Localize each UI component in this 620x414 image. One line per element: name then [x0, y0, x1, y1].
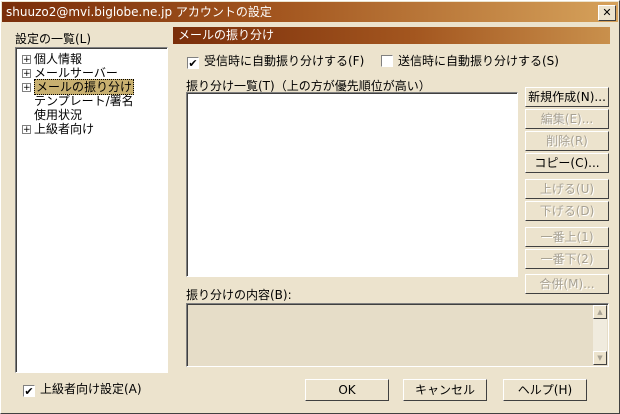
tree-item-mail-sorting[interactable]: + メールの振り分け — [22, 79, 135, 95]
checkbox-box[interactable] — [381, 55, 393, 67]
move-down-button[interactable]: 下げる(D) — [525, 201, 609, 221]
ok-button[interactable]: OK — [305, 379, 389, 401]
title-bar[interactable]: shuuzo2@mvi.biglobe.ne.jp アカウントの設定 ✕ — [2, 2, 618, 22]
move-up-button[interactable]: 上げる(U) — [525, 179, 609, 199]
send-sort-checkbox[interactable]: 送信時に自動振り分けする(S) — [381, 54, 559, 68]
tree-item-template-signature[interactable]: テンプレート/署名 — [22, 94, 134, 108]
checkbox-box[interactable]: ✔ — [187, 57, 199, 69]
tree-item-label: テンプレート/署名 — [34, 94, 134, 108]
rules-listbox[interactable] — [186, 92, 518, 277]
close-button[interactable]: ✕ — [598, 5, 616, 21]
tree-item-advanced[interactable]: + 上級者向け — [22, 122, 94, 136]
checkbox-label: 上級者向け設定(A) — [40, 382, 142, 396]
tree-item-label: メールサーバー — [34, 66, 118, 80]
tree-item-label: 個人情報 — [34, 52, 83, 66]
checkbox-label: 受信時に自動振り分けする(F) — [204, 54, 365, 68]
window-title: shuuzo2@mvi.biglobe.ne.jp アカウントの設定 — [6, 5, 272, 19]
move-top-button[interactable]: 一番上(1) — [525, 227, 609, 247]
rule-content-textarea[interactable]: ▲ ▼ — [186, 303, 609, 367]
receive-sort-checkbox[interactable]: ✔ 受信時に自動振り分けする(F) — [187, 54, 365, 69]
copy-rule-button[interactable]: コピー(C)... — [525, 153, 609, 173]
expand-icon[interactable]: + — [22, 125, 31, 135]
cancel-button[interactable]: キャンセル — [403, 379, 487, 401]
tree-item-usage[interactable]: 使用状況 — [22, 108, 82, 122]
merge-button[interactable]: 合併(M)... — [525, 274, 609, 294]
expand-icon[interactable]: + — [22, 83, 31, 93]
tree-item-personal-info[interactable]: + 個人情報 — [22, 52, 82, 66]
scroll-up-icon[interactable]: ▲ — [593, 305, 607, 319]
settings-tree[interactable]: + 個人情報 + メールサーバー + メールの振り分け テンプレート/署名 使用状況 … — [15, 47, 168, 373]
tree-item-label: メールの振り分け — [34, 79, 135, 95]
help-button[interactable]: ヘルプ(H) — [503, 379, 587, 401]
section-title: メールの振り分け — [173, 27, 610, 44]
tree-item-mail-server[interactable]: + メールサーバー — [22, 66, 118, 80]
advanced-settings-checkbox[interactable]: ✔ 上級者向け設定(A) — [23, 382, 142, 397]
delete-rule-button[interactable]: 削除(R) — [525, 131, 609, 151]
checkbox-label: 送信時に自動振り分けする(S) — [398, 54, 559, 68]
expand-icon[interactable]: + — [22, 69, 31, 79]
edit-rule-button[interactable]: 編集(E)... — [525, 109, 609, 129]
vertical-scrollbar[interactable]: ▲ ▼ — [593, 305, 607, 365]
rule-content-label: 振り分けの内容(B): — [186, 288, 292, 302]
checkbox-box[interactable]: ✔ — [23, 385, 35, 397]
move-bottom-button[interactable]: 一番下(2) — [525, 249, 609, 269]
scroll-down-icon[interactable]: ▼ — [593, 351, 607, 365]
tree-item-label: 上級者向け — [34, 122, 95, 136]
settings-list-label: 設定の一覧(L) — [15, 32, 92, 46]
account-settings-dialog: shuuzo2@mvi.biglobe.ne.jp アカウントの設定 ✕ 設定の… — [0, 0, 620, 414]
expand-icon[interactable]: + — [22, 55, 31, 65]
new-rule-button[interactable]: 新規作成(N)... — [525, 87, 609, 107]
tree-item-label: 使用状況 — [34, 108, 83, 122]
